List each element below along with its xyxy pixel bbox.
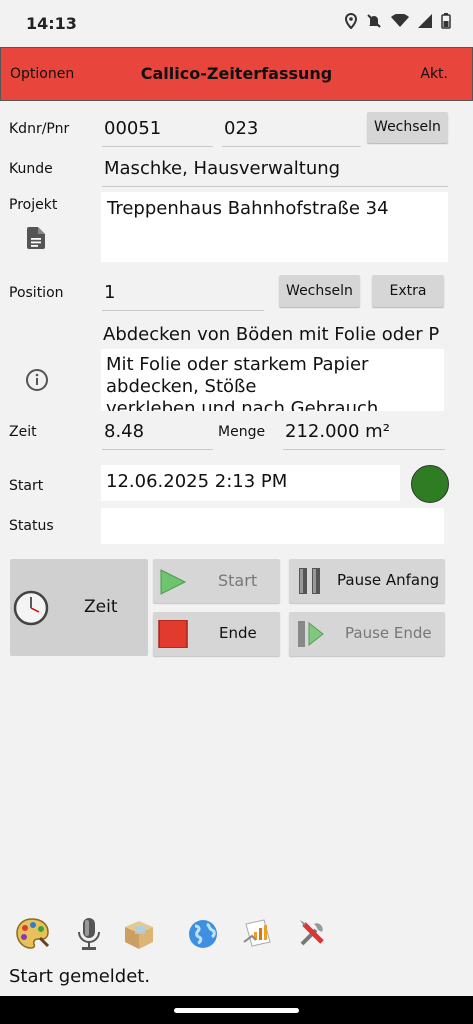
kunde-label: Kunde: [9, 161, 53, 177]
menge-field[interactable]: 212.000 m²: [285, 421, 390, 442]
mute-icon: [367, 14, 381, 28]
start-button[interactable]: Start: [153, 559, 280, 603]
status-icons: [345, 13, 451, 29]
document-icon[interactable]: [27, 227, 45, 249]
kdnr-field[interactable]: 00051: [104, 118, 161, 139]
zeit-underline: [102, 449, 213, 450]
projekt-box: Treppenhaus Bahnhofstraße 34: [101, 192, 448, 262]
globe-icon[interactable]: [185, 916, 221, 952]
start-label: Start: [9, 478, 44, 494]
footer-message: Start gemeldet.: [9, 966, 151, 987]
change-position-button[interactable]: Wechseln: [279, 275, 360, 307]
document-chart-icon[interactable]: [240, 916, 276, 952]
projekt-label: Projekt: [9, 197, 58, 213]
wifi-icon: [391, 14, 409, 27]
home-gesture-pill[interactable]: [174, 1008, 299, 1013]
menge-underline: [283, 449, 445, 450]
info-icon[interactable]: [25, 368, 49, 392]
status-indicator: [411, 465, 449, 503]
clock-icon: [13, 590, 49, 626]
status-label: Status: [9, 518, 54, 534]
position-label: Position: [9, 285, 64, 301]
position-description: Mit Folie oder starkem Papier abdecken, …: [106, 354, 379, 411]
tools-icon[interactable]: [294, 916, 330, 952]
navigation-bar: [0, 996, 473, 1024]
change-customer-button[interactable]: Wechseln: [367, 112, 448, 143]
resume-icon: [298, 621, 324, 647]
bottom-toolbar: [0, 910, 473, 960]
kunde-underline: [102, 186, 448, 187]
pause-end-button[interactable]: Pause Ende: [289, 612, 445, 656]
status-bar: 14:13: [0, 0, 473, 46]
kdnr-underline: [102, 146, 213, 147]
pnr-underline: [222, 146, 361, 147]
position-description-box[interactable]: Mit Folie oder starkem Papier abdecken, …: [101, 349, 444, 411]
projekt-value: Treppenhaus Bahnhofstraße 34: [107, 198, 389, 219]
pnr-field[interactable]: 023: [224, 118, 258, 139]
start-value: 12.06.2025 2:13 PM: [106, 471, 288, 492]
end-button-label: Ende: [219, 624, 257, 642]
battery-icon: [441, 13, 451, 29]
kdnr-label: Kdnr/Pnr: [9, 121, 70, 137]
zeit-button[interactable]: Zeit: [10, 559, 148, 656]
status-field[interactable]: [101, 508, 444, 544]
app-bar: Optionen Callico-Zeiterfassung Akt.: [0, 47, 473, 101]
location-icon: [345, 13, 357, 29]
menge-label: Menge: [218, 424, 266, 440]
refresh-action[interactable]: Akt.: [420, 66, 448, 82]
pause-icon: [299, 568, 320, 594]
stop-icon: [158, 620, 188, 648]
position-title: Abdecken von Böden mit Folie oder P: [103, 324, 440, 345]
kunde-value: Maschke, Hausverwaltung: [104, 158, 341, 179]
palette-icon[interactable]: [14, 916, 50, 952]
start-button-label: Start: [218, 571, 258, 590]
start-field[interactable]: 12.06.2025 2:13 PM: [101, 465, 400, 501]
position-title-wrap: Abdecken von Böden mit Folie oder P: [103, 324, 448, 348]
signal-icon: [418, 14, 432, 28]
zeit-button-label: Zeit: [84, 597, 118, 617]
extra-button[interactable]: Extra: [372, 275, 444, 307]
package-icon[interactable]: [121, 916, 157, 952]
microphone-icon[interactable]: [71, 916, 107, 952]
position-field[interactable]: 1: [104, 282, 115, 303]
end-button[interactable]: Ende: [153, 612, 280, 656]
app-title: Callico-Zeiterfassung: [140, 64, 333, 83]
status-time: 14:13: [26, 14, 77, 33]
pause-start-label: Pause Anfang: [337, 571, 440, 589]
zeit-field[interactable]: 8.48: [104, 421, 144, 442]
position-underline: [102, 310, 264, 311]
zeit-label: Zeit: [9, 424, 37, 440]
play-icon: [160, 569, 187, 595]
pause-end-label: Pause Ende: [345, 624, 432, 642]
pause-start-button[interactable]: Pause Anfang: [289, 559, 445, 603]
